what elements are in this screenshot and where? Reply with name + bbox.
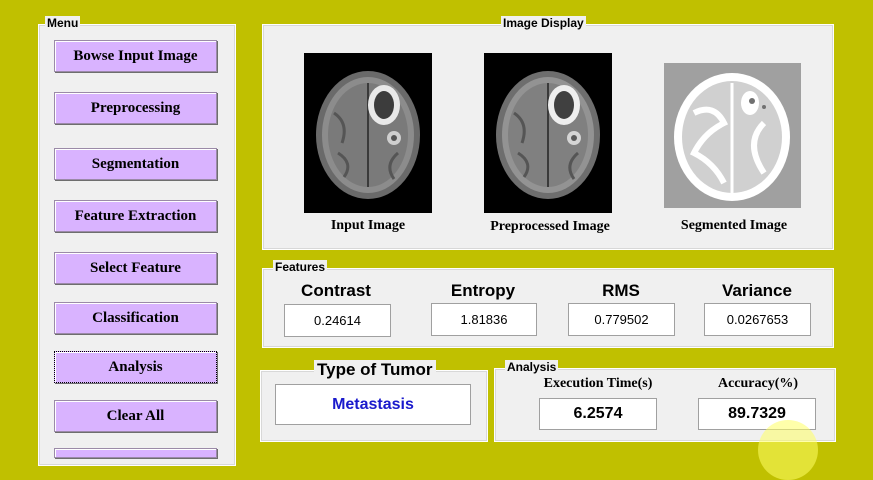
tumor-type-title: Type of Tumor: [314, 360, 436, 380]
browse-input-image-button[interactable]: Bowse Input Image: [54, 40, 217, 72]
segmented-image: [664, 63, 801, 208]
preprocessing-button[interactable]: Preprocessing: [54, 92, 217, 124]
segmentation-button[interactable]: Segmentation: [54, 148, 217, 180]
execution-time-field[interactable]: 6.2574: [539, 398, 657, 430]
entropy-field[interactable]: 1.81836: [431, 303, 537, 336]
cursor-highlight: [758, 420, 818, 480]
image-display-title: Image Display: [501, 16, 586, 30]
contrast-label: Contrast: [301, 281, 371, 300]
select-feature-button[interactable]: Select Feature: [54, 252, 217, 284]
variance-field[interactable]: 0.0267653: [704, 303, 811, 336]
input-image: [304, 53, 432, 213]
exit-button-partial[interactable]: [54, 448, 217, 458]
menu-panel-title: Menu: [45, 16, 81, 30]
features-title: Features: [273, 260, 328, 274]
classification-button[interactable]: Classification: [54, 302, 217, 334]
brain-mri-preprocessed-icon: [496, 71, 600, 199]
entropy-label: Entropy: [450, 281, 516, 300]
brain-mri-input-icon: [316, 71, 420, 199]
rms-field[interactable]: 0.779502: [568, 303, 675, 336]
tumor-type-field[interactable]: Metastasis: [275, 384, 471, 425]
clear-all-button[interactable]: Clear All: [54, 400, 217, 432]
variance-label: Variance: [722, 281, 792, 300]
feature-extraction-button[interactable]: Feature Extraction: [54, 200, 217, 232]
analysis-title: Analysis: [505, 360, 559, 374]
rms-label: RMS: [602, 281, 640, 300]
contrast-field[interactable]: 0.24614: [284, 304, 391, 337]
brain-segmented-icon: [674, 73, 790, 201]
preprocessed-image: [484, 53, 612, 213]
input-image-caption: Input Image: [330, 218, 406, 233]
accuracy-label: Accuracy(%): [717, 376, 799, 391]
segmented-image-caption: Segmented Image: [680, 218, 788, 233]
analysis-button[interactable]: Analysis: [54, 351, 217, 383]
preprocessed-image-caption: Preprocessed Image: [490, 219, 610, 234]
execution-time-label: Execution Time(s): [543, 376, 653, 391]
